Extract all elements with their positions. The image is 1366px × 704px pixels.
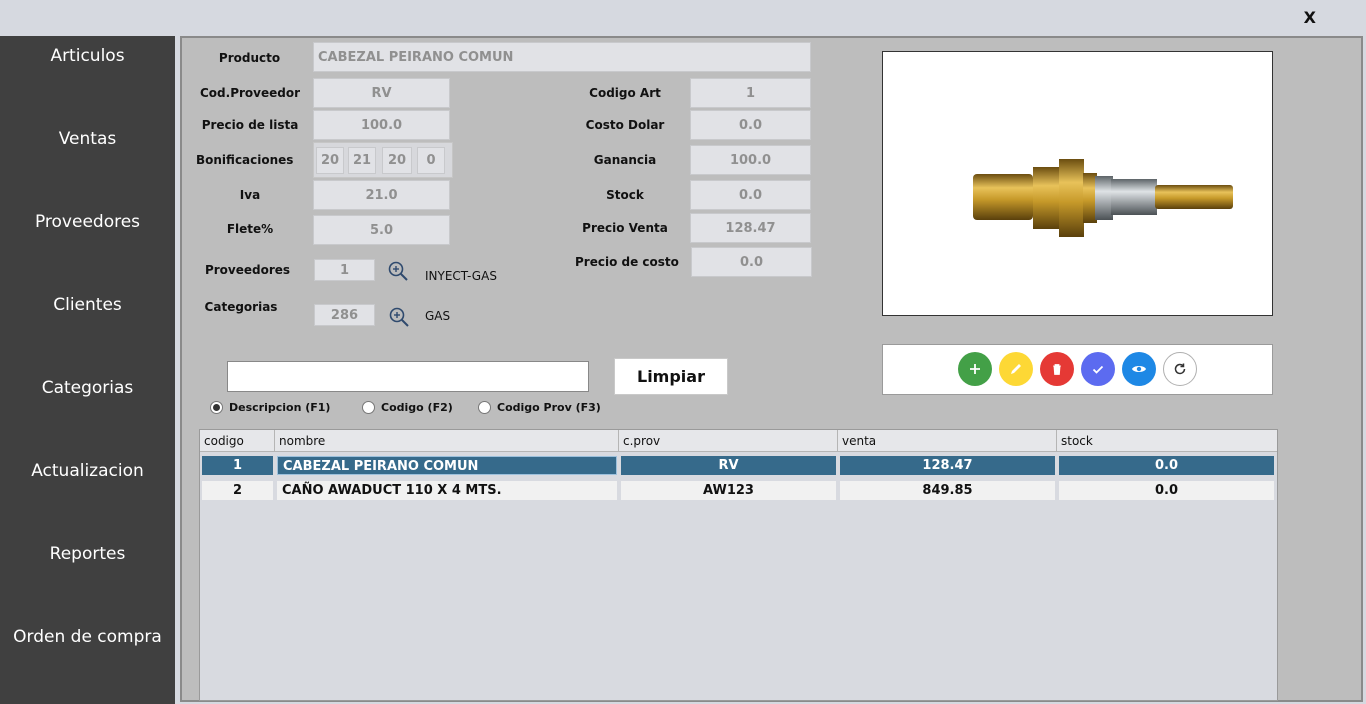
column-header-codigo[interactable]: codigo	[200, 430, 275, 452]
radio-codigo[interactable]: Codigo (F2)	[362, 401, 453, 414]
flete-field[interactable]: 5.0	[313, 215, 450, 245]
cell-nombre: CAÑO AWADUCT 110 X 4 MTS.	[277, 481, 617, 500]
categorias-label: Categorias	[204, 300, 278, 314]
title-bar: X	[0, 0, 1366, 36]
radio-descripcion[interactable]: Descripcion (F1)	[210, 401, 330, 414]
column-header-venta[interactable]: venta	[838, 430, 1057, 452]
cell-stock: 0.0	[1059, 456, 1274, 475]
sidebar-item-categorias[interactable]: Categorias	[0, 378, 175, 398]
radio-dot	[478, 401, 491, 414]
close-button[interactable]: X	[1304, 8, 1316, 27]
radio-codigo-prov-label: Codigo Prov (F3)	[497, 401, 601, 414]
precio-venta-label: Precio Venta	[582, 221, 668, 235]
radio-dot	[210, 401, 223, 414]
ganancia-label: Ganancia	[593, 153, 657, 167]
bonificaciones-label: Bonificaciones	[196, 153, 294, 167]
column-header-nombre[interactable]: nombre	[275, 430, 619, 452]
sidebar-item-clientes[interactable]: Clientes	[0, 295, 175, 315]
costo-dolar-label: Costo Dolar	[585, 118, 665, 132]
bonificaciones-group: 20 21 20 0	[313, 142, 453, 178]
stock-field[interactable]: 0.0	[690, 180, 811, 210]
refresh-button[interactable]	[1163, 352, 1197, 386]
sidebar-item-proveedores[interactable]: Proveedores	[0, 212, 175, 232]
view-button[interactable]	[1122, 352, 1156, 386]
cell-cprov: RV	[621, 456, 836, 475]
edit-button[interactable]	[999, 352, 1033, 386]
codigo-art-label: Codigo Art	[589, 86, 661, 100]
add-button[interactable]	[958, 352, 992, 386]
limpiar-button[interactable]: Limpiar	[614, 358, 728, 395]
bonificacion-1-field[interactable]: 20	[316, 147, 344, 174]
column-header-cprov[interactable]: c.prov	[619, 430, 838, 452]
proveedores-label: Proveedores	[204, 263, 291, 277]
trash-icon	[1053, 364, 1061, 375]
cell-codigo: 1	[202, 456, 273, 475]
column-header-stock[interactable]: stock	[1057, 430, 1277, 452]
categoria-id-field[interactable]: 286	[314, 304, 375, 326]
cell-venta: 849.85	[840, 481, 1055, 500]
table-row[interactable]: 2 CAÑO AWADUCT 110 X 4 MTS. AW123 849.85…	[200, 479, 1277, 502]
confirm-button[interactable]	[1081, 352, 1115, 386]
product-image	[973, 159, 1233, 237]
stock-label: Stock	[606, 188, 644, 202]
cod-proveedor-field[interactable]: RV	[313, 78, 450, 108]
radio-dot	[362, 401, 375, 414]
cell-cprov: AW123	[621, 481, 836, 500]
articulos-panel: Producto CABEZAL PEIRANO COMUN Cod.Prove…	[180, 36, 1363, 702]
search-categoria-icon[interactable]	[388, 306, 410, 328]
codigo-art-field[interactable]: 1	[690, 78, 811, 108]
cell-nombre: CABEZAL PEIRANO COMUN	[277, 456, 617, 475]
plus-icon	[970, 364, 980, 374]
ganancia-field[interactable]: 100.0	[690, 145, 811, 175]
radio-codigo-prov[interactable]: Codigo Prov (F3)	[478, 401, 601, 414]
sidebar: Articulos Ventas Proveedores Clientes Ca…	[0, 36, 175, 704]
cell-codigo: 2	[202, 481, 273, 500]
cod-proveedor-label: Cod.Proveedor	[200, 86, 301, 100]
cell-stock: 0.0	[1059, 481, 1274, 500]
sidebar-item-orden-de-compra[interactable]: Orden de compra	[0, 627, 175, 647]
delete-button[interactable]	[1040, 352, 1074, 386]
precio-lista-field[interactable]: 100.0	[313, 110, 450, 140]
categoria-name: GAS	[425, 309, 451, 323]
producto-label: Producto	[218, 51, 281, 65]
radio-descripcion-label: Descripcion (F1)	[229, 401, 331, 414]
product-image-frame	[882, 51, 1273, 316]
proveedor-name: INYECT-GAS	[425, 269, 497, 283]
sidebar-item-ventas[interactable]: Ventas	[0, 129, 175, 149]
radio-codigo-label: Codigo (F2)	[381, 401, 453, 414]
bonificacion-3-field[interactable]: 20	[382, 147, 412, 174]
precio-venta-field[interactable]: 128.47	[690, 213, 811, 243]
action-toolbar	[882, 344, 1273, 395]
precio-lista-label: Precio de lista	[201, 118, 299, 132]
sidebar-item-actualizacion[interactable]: Actualizacion	[0, 461, 175, 481]
table-header: codigo nombre c.prov venta stock	[200, 430, 1277, 452]
proveedor-id-field[interactable]: 1	[314, 259, 375, 281]
articulos-table: codigo nombre c.prov venta stock 1 CABEZ…	[199, 429, 1278, 701]
bonificacion-4-field[interactable]: 0	[417, 147, 445, 174]
precio-costo-label: Precio de costo	[575, 255, 679, 269]
check-icon	[1092, 365, 1104, 374]
search-input[interactable]	[227, 361, 589, 392]
precio-costo-field[interactable]: 0.0	[691, 247, 812, 277]
table-row[interactable]: 1 CABEZAL PEIRANO COMUN RV 128.47 0.0	[200, 454, 1277, 477]
iva-label: Iva	[239, 188, 261, 202]
search-proveedor-icon[interactable]	[387, 260, 409, 282]
bonificacion-2-field[interactable]: 21	[348, 147, 376, 174]
flete-label: Flete%	[226, 222, 274, 236]
sidebar-item-articulos[interactable]: Articulos	[0, 46, 175, 66]
cell-venta: 128.47	[840, 456, 1055, 475]
producto-field[interactable]: CABEZAL PEIRANO COMUN	[313, 42, 811, 72]
eye-icon	[1132, 366, 1146, 372]
sidebar-item-reportes[interactable]: Reportes	[0, 544, 175, 564]
costo-dolar-field[interactable]: 0.0	[690, 110, 811, 140]
refresh-icon	[1174, 363, 1186, 375]
iva-field[interactable]: 21.0	[313, 180, 450, 210]
pencil-icon	[1011, 364, 1021, 374]
